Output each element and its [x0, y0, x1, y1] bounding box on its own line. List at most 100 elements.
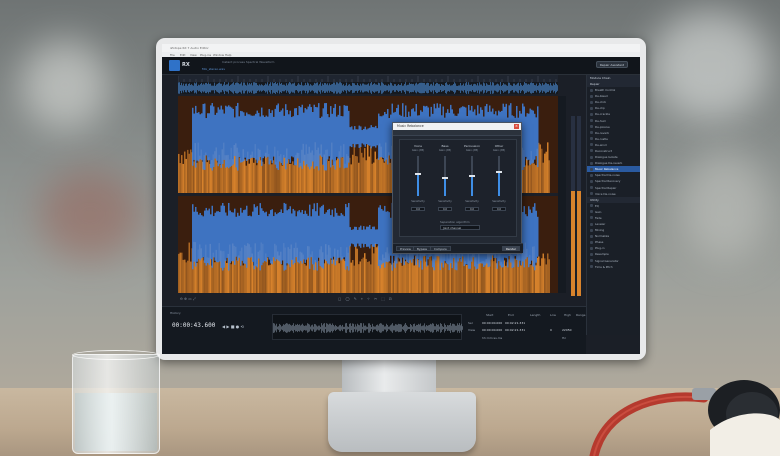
- module-icon: [590, 167, 593, 171]
- module-item-label: De-wind: [595, 142, 607, 147]
- freq-units[interactable]: Hz: [562, 336, 566, 340]
- dialog-title: Music Rebalance: [397, 124, 424, 128]
- ruler-ticks: [177, 76, 557, 82]
- module-item-label: Dialogue Isolate: [595, 155, 618, 160]
- slider-knob[interactable]: [442, 177, 448, 179]
- timeline-ruler[interactable]: [177, 75, 558, 82]
- gain-slider[interactable]: [442, 156, 448, 196]
- render-button[interactable]: Render: [502, 246, 520, 251]
- bypass-button[interactable]: Bypass: [413, 246, 431, 251]
- module-icon: [590, 106, 593, 110]
- low-value[interactable]: 0: [550, 328, 552, 332]
- module-icon: [590, 161, 593, 165]
- slider-knob[interactable]: [496, 171, 502, 173]
- channel-name: Other: [494, 144, 504, 148]
- sensitivity-label: Sensitivity: [438, 200, 452, 203]
- module-icon: [590, 131, 593, 135]
- view-start[interactable]: 00:00:00.000: [482, 328, 502, 332]
- module-icon: [590, 155, 593, 159]
- gain-slider[interactable]: [469, 156, 475, 196]
- instrument-strip: [272, 314, 463, 340]
- gain-slider[interactable]: [415, 156, 421, 196]
- selection-tools[interactable]: ▢ ◯ ✎ ⌖ ⊹ ✂ ⬚ ⊡: [338, 297, 393, 301]
- utility-icon: [590, 240, 593, 244]
- history-label: History: [170, 311, 181, 315]
- zoom-icons[interactable]: ⊖ ⊕ ▭ ⤢: [180, 297, 196, 301]
- module-item-label: De-reverb: [595, 130, 609, 135]
- channel-other: Other Gain (dB) Sensitivity 0.0: [489, 144, 509, 211]
- utility-item-label: Phase: [595, 240, 604, 245]
- water-glass: [72, 350, 160, 454]
- channel-bass: Bass Gain (dB) Sensitivity 0.0: [435, 144, 455, 211]
- channel-gain-label: Gain (dB): [438, 149, 452, 152]
- sel-start[interactable]: 00:00:00.000: [482, 321, 502, 325]
- close-icon[interactable]: ×: [514, 124, 519, 129]
- module-item-label: De-rustle: [595, 136, 608, 141]
- high-value[interactable]: 22050: [562, 328, 572, 332]
- module-icon: [590, 125, 593, 129]
- monitor: iZotope RX 7 Audio Editor File Edit View…: [156, 38, 646, 360]
- time-format[interactable]: hh:mm:ss.ms: [482, 336, 502, 340]
- gain-value[interactable]: 0.0: [492, 207, 506, 211]
- screen: iZotope RX 7 Audio Editor File Edit View…: [162, 44, 640, 354]
- app-logo-text: RX: [182, 62, 190, 68]
- module-icon: [590, 88, 593, 92]
- view-end[interactable]: 00:02:21.331: [505, 328, 525, 332]
- gain-value[interactable]: 0.0: [411, 207, 425, 211]
- utility-item-label: Plug-in: [595, 246, 605, 251]
- separation-label: Separation algorithm: [440, 220, 470, 224]
- module-icon: [590, 112, 593, 116]
- module-icon: [590, 149, 593, 153]
- module-icon: [590, 186, 593, 190]
- transport-controls[interactable]: ◀ ▶ ■ ● ⟲: [222, 324, 244, 329]
- slider-fill: [444, 178, 446, 196]
- channel-percussion: Percussion Gain (dB) Sensitivity 0.0: [462, 144, 482, 211]
- sensitivity-label: Sensitivity: [411, 200, 425, 203]
- overview-waveform[interactable]: [178, 82, 558, 94]
- gain-slider[interactable]: [496, 156, 502, 196]
- module-icon: [590, 192, 593, 196]
- file-tab[interactable]: Mix_stereo.wav: [202, 67, 225, 71]
- utility-item-label: Gain: [595, 209, 602, 214]
- compare-button[interactable]: Compare: [430, 246, 451, 251]
- vertical-scrollbar[interactable]: [558, 96, 566, 293]
- dialog-preset-strip[interactable]: [393, 130, 521, 136]
- utility-item-label: Resample: [595, 252, 609, 257]
- hdr-low: Low: [550, 313, 556, 317]
- module-item-label: De-hum: [595, 118, 607, 123]
- module-item-label: De-clip: [595, 106, 605, 111]
- module-icon: [590, 100, 593, 104]
- slider-knob[interactable]: [469, 175, 475, 177]
- separation-select[interactable]: Joint channel: [440, 225, 480, 230]
- gain-value[interactable]: 0.0: [465, 207, 479, 211]
- utility-icon: [590, 246, 593, 250]
- sensitivity-label: Sensitivity: [465, 200, 479, 203]
- hdr-range: Range: [576, 313, 586, 317]
- app-header: RX Mix_stereo.wav Instant process Spectr…: [162, 57, 640, 75]
- utility-icon: [590, 265, 593, 269]
- dialog-titlebar[interactable]: Music Rebalance ×: [393, 123, 521, 130]
- sel-label: Sel: [468, 321, 473, 325]
- utility-icon: [590, 210, 593, 214]
- module-item-label: Spectral De-noise: [595, 173, 620, 178]
- module-item-label: De-bleed: [595, 94, 608, 99]
- repair-assistant-button[interactable]: Repair Assistant: [596, 61, 628, 68]
- sensitivity-label: Sensitivity: [492, 200, 506, 203]
- utility-item-time-pitch[interactable]: Time & Pitch: [587, 264, 640, 270]
- channel-gain-label: Gain (dB): [492, 149, 506, 152]
- top-tools[interactable]: Instant process Spectral Waveform: [222, 60, 274, 64]
- timecode-display: 00:00:43.600: [172, 322, 216, 329]
- app-logo-icon: [169, 60, 180, 71]
- module-item-label: De-crackle: [595, 112, 610, 117]
- hdr-start: Start: [486, 313, 494, 317]
- gain-value[interactable]: 0.0: [438, 207, 452, 211]
- bokeh-light: [20, 40, 110, 130]
- zoom-toolbar[interactable]: ⊖ ⊕ ▭ ⤢ ▢ ◯ ✎ ⌖ ⊹ ✂ ⬚ ⊡: [178, 296, 558, 304]
- dialog-footer: Preview Bypass Compare Render: [393, 243, 523, 253]
- sel-end[interactable]: 00:02:21.331: [505, 321, 525, 325]
- utility-icon: [590, 234, 593, 238]
- hdr-end: End: [508, 313, 514, 317]
- window-title: iZotope RX 7 Audio Editor: [170, 46, 209, 50]
- slider-knob[interactable]: [415, 173, 421, 175]
- channel-name: Bass: [441, 144, 449, 148]
